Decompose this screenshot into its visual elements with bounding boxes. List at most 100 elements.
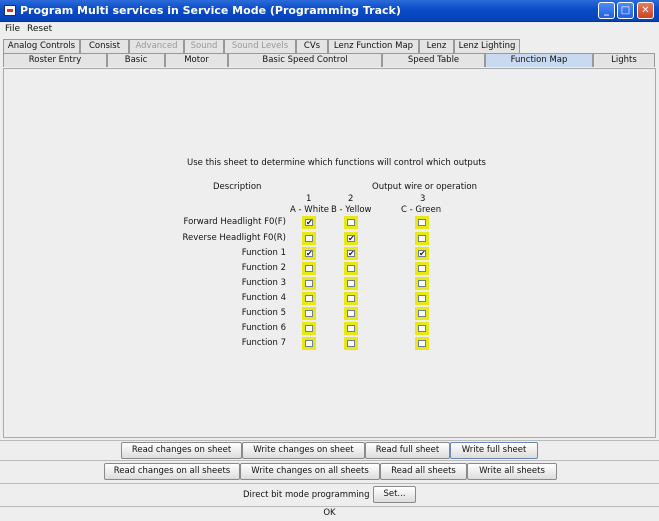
output-checkbox[interactable] xyxy=(302,292,316,305)
tab-speed-table[interactable]: Speed Table xyxy=(382,53,485,67)
checkbox-empty xyxy=(418,265,426,272)
tab-lights[interactable]: Lights xyxy=(593,53,655,67)
checkbox-empty xyxy=(347,219,355,226)
tab-row-1: Analog Controls Consist Advanced Sound S… xyxy=(0,39,659,53)
read-full-sheet-button[interactable]: Read full sheet xyxy=(365,442,450,459)
output-checkbox[interactable]: ✔ xyxy=(302,247,316,260)
close-button[interactable]: ✕ xyxy=(637,2,654,19)
output-checkbox[interactable] xyxy=(415,292,429,305)
output-checkbox[interactable]: ✔ xyxy=(344,232,358,245)
output-checkbox[interactable]: ✔ xyxy=(344,247,358,260)
write-full-sheet-button[interactable]: Write full sheet xyxy=(450,442,538,459)
checkbox-empty xyxy=(418,235,426,242)
read-all-sheets-button[interactable]: Read all sheets xyxy=(380,463,467,480)
tab-lenz-lighting[interactable]: Lenz Lighting xyxy=(454,39,520,53)
write-changes-on-all-sheets-button[interactable]: Write changes on all sheets xyxy=(240,463,380,480)
checkbox-empty xyxy=(305,265,313,272)
set-button[interactable]: Set... xyxy=(373,486,416,503)
function-map-panel xyxy=(3,68,656,438)
tab-consist[interactable]: Consist xyxy=(80,39,129,53)
menu-reset[interactable]: Reset xyxy=(27,24,52,34)
output-checkbox[interactable] xyxy=(344,292,358,305)
output-checkbox[interactable] xyxy=(415,277,429,290)
tab-roster-entry[interactable]: Roster Entry xyxy=(3,53,107,67)
output-checkbox[interactable] xyxy=(302,322,316,335)
row-label-function-2: Function 2 xyxy=(241,263,286,273)
checkbox-empty xyxy=(418,340,426,347)
row-label-function-3: Function 3 xyxy=(241,278,286,288)
title-bar[interactable]: Program Multi services in Service Mode (… xyxy=(0,0,659,22)
row-label-function-4: Function 4 xyxy=(241,293,286,303)
checkbox-empty xyxy=(347,280,355,287)
output-name-1: A - White xyxy=(290,205,330,215)
output-checkbox[interactable] xyxy=(415,232,429,245)
output-checkbox[interactable] xyxy=(344,307,358,320)
checkbox-empty xyxy=(347,265,355,272)
check-icon: ✔ xyxy=(347,234,355,243)
output-number-2: 2 xyxy=(348,194,354,204)
checkbox-empty xyxy=(347,295,355,302)
tab-lenz-function-map[interactable]: Lenz Function Map xyxy=(328,39,419,53)
checkbox-empty xyxy=(418,295,426,302)
check-icon: ✔ xyxy=(305,218,313,227)
output-checkbox[interactable] xyxy=(302,232,316,245)
output-checkbox[interactable] xyxy=(415,322,429,335)
row-label-function-7: Function 7 xyxy=(241,338,286,348)
output-checkbox[interactable] xyxy=(302,307,316,320)
output-checkbox[interactable] xyxy=(302,337,316,350)
tab-lenz[interactable]: Lenz xyxy=(419,39,454,53)
tab-cvs[interactable]: CVs xyxy=(296,39,328,53)
minimize-icon: _ xyxy=(604,5,609,16)
row-label-function-1: Function 1 xyxy=(241,248,286,258)
checkbox-empty xyxy=(305,295,313,302)
row-label-function-6: Function 6 xyxy=(241,323,286,333)
status-text: OK xyxy=(323,508,336,518)
output-name-2: B - Yellow xyxy=(331,205,372,215)
app-icon[interactable] xyxy=(4,5,16,16)
checkbox-empty xyxy=(305,280,313,287)
tab-basic[interactable]: Basic xyxy=(107,53,165,67)
check-icon: ✔ xyxy=(347,249,355,258)
output-checkbox[interactable] xyxy=(344,262,358,275)
checkbox-empty xyxy=(305,340,313,347)
output-checkbox[interactable] xyxy=(415,307,429,320)
tab-advanced[interactable]: Advanced xyxy=(129,39,184,53)
write-all-sheets-button[interactable]: Write all sheets xyxy=(467,463,557,480)
menu-bar: File Reset xyxy=(0,22,659,37)
read-changes-on-sheet-button[interactable]: Read changes on sheet xyxy=(121,442,242,459)
write-changes-on-sheet-button[interactable]: Write changes on sheet xyxy=(242,442,365,459)
checkbox-empty xyxy=(418,280,426,287)
output-number-1: 1 xyxy=(306,194,312,204)
checkbox-empty xyxy=(347,310,355,317)
row-label-function-5: Function 5 xyxy=(241,308,286,318)
output-checkbox[interactable] xyxy=(302,277,316,290)
minimize-button[interactable]: _ xyxy=(598,2,615,19)
output-number-3: 3 xyxy=(420,194,426,204)
output-checkbox[interactable]: ✔ xyxy=(302,216,316,229)
checkbox-empty xyxy=(418,310,426,317)
checkbox-empty xyxy=(347,325,355,332)
menu-file[interactable]: File xyxy=(5,24,20,34)
checkbox-empty xyxy=(418,325,426,332)
output-checkbox[interactable] xyxy=(344,216,358,229)
tab-analog-controls[interactable]: Analog Controls xyxy=(3,39,80,53)
tab-function-map[interactable]: Function Map xyxy=(485,53,593,67)
maximize-icon: □ xyxy=(620,5,631,16)
tab-row-2: Roster Entry Basic Motor Basic Speed Con… xyxy=(0,53,659,67)
output-checkbox[interactable] xyxy=(344,322,358,335)
checkbox-empty xyxy=(305,310,313,317)
output-checkbox[interactable] xyxy=(344,337,358,350)
direct-bit-mode-label: Direct bit mode programming xyxy=(243,490,370,500)
output-checkbox[interactable] xyxy=(415,262,429,275)
output-checkbox[interactable] xyxy=(415,337,429,350)
program-window: Program Multi services in Service Mode (… xyxy=(0,0,659,521)
checkbox-empty xyxy=(305,235,313,242)
checkbox-empty xyxy=(305,325,313,332)
output-checkbox[interactable]: ✔ xyxy=(415,247,429,260)
output-name-3: C - Green xyxy=(401,205,442,215)
output-checkbox[interactable] xyxy=(415,216,429,229)
read-changes-on-all-sheets-button[interactable]: Read changes on all sheets xyxy=(104,463,240,480)
maximize-button[interactable]: □ xyxy=(617,2,634,19)
output-checkbox[interactable] xyxy=(344,277,358,290)
output-checkbox[interactable] xyxy=(302,262,316,275)
